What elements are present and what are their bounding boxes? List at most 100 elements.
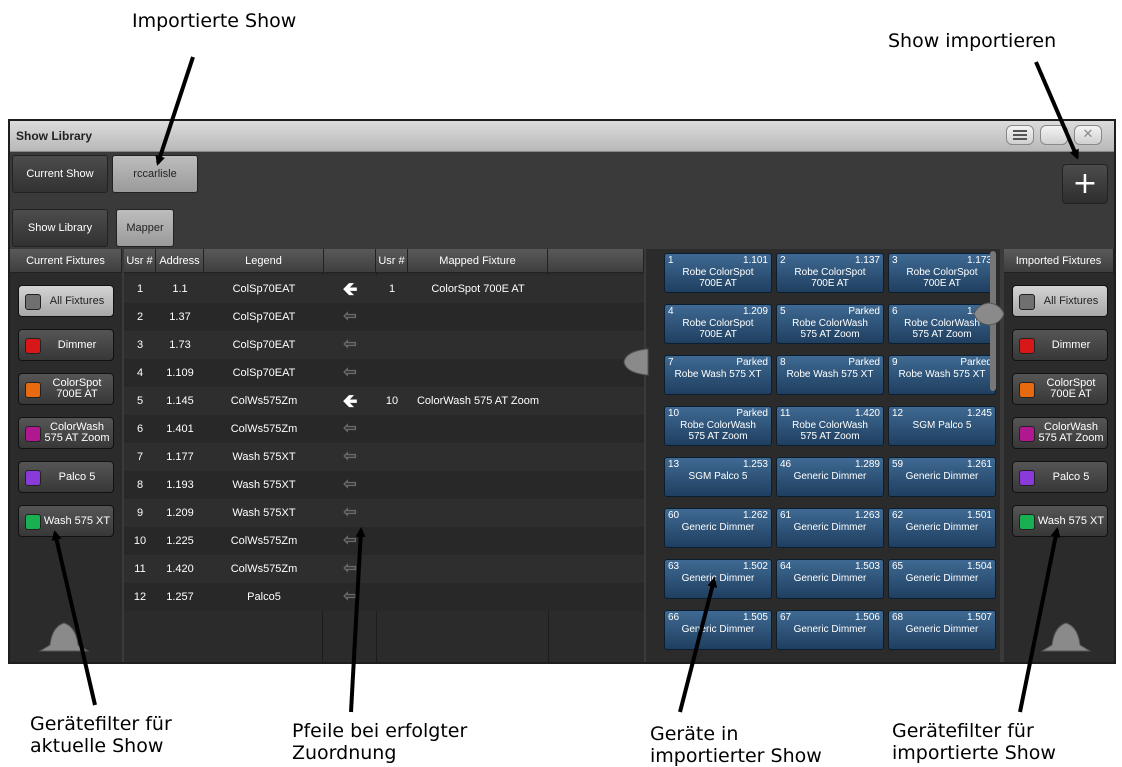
fixture-cell[interactable]: 63 1.502 Generic Dimmer: [664, 559, 772, 599]
table-row[interactable]: 1 1.1 ColSp70EAT 1 ColorSpot 700E AT 🡸: [124, 275, 644, 303]
fixture-cell[interactable]: 59 1.261 Generic Dimmer: [888, 457, 996, 497]
mapped-arrow-icon[interactable]: 🡸: [324, 387, 376, 415]
table-row[interactable]: 7 1.177 Wash 575XT ⇦: [124, 443, 644, 471]
filter-button[interactable]: ColorWash 575 AT Zoom: [18, 417, 114, 449]
mapped-fixture-cell: [408, 499, 548, 527]
table-row[interactable]: 12 1.257 Palco5 ⇦: [124, 583, 644, 611]
legend-cell: ColWs575Zm: [230, 395, 298, 407]
tab-mapper[interactable]: Mapper: [116, 209, 174, 247]
unmapped-arrow-icon[interactable]: ⇦: [324, 583, 376, 611]
usr-cell: 5: [136, 395, 144, 407]
filter-button[interactable]: Wash 575 XT: [18, 505, 114, 537]
table-row[interactable]: 4 1.109 ColSp70EAT ⇦: [124, 359, 644, 387]
table-row[interactable]: 9 1.209 Wash 575XT ⇦: [124, 499, 644, 527]
scroll-handle-icon[interactable]: [1040, 619, 1092, 653]
filter-button[interactable]: All Fixtures: [1012, 285, 1108, 317]
mapped-fixture-cell: [408, 471, 548, 499]
unmapped-arrow-icon[interactable]: ⇦: [324, 499, 376, 527]
filter-button[interactable]: Dimmer: [1012, 329, 1108, 361]
unmapped-arrow-icon[interactable]: ⇦: [324, 331, 376, 359]
list-icon-glyph: [1013, 130, 1027, 140]
fixture-name: Generic Dimmer: [905, 573, 979, 584]
table-row[interactable]: 10 1.225 ColWs575Zm ⇦: [124, 527, 644, 555]
fixture-number: 63: [668, 561, 680, 572]
fixture-address: 1.289: [854, 459, 880, 470]
fixture-address: 1.209: [742, 306, 768, 317]
filter-label: All Fixtures: [49, 294, 105, 307]
fixture-cell[interactable]: 7 Parked Robe Wash 575 XT: [664, 355, 772, 395]
fixture-cell[interactable]: 4 1.209 Robe ColorSpot 700E AT: [664, 304, 772, 344]
mapped-usr-cell: [376, 555, 408, 583]
filter-label: Palco 5: [58, 470, 96, 483]
table-row[interactable]: 5 1.145 ColWs575Zm 10 ColorWash 575 AT Zoom 🡸: [124, 387, 644, 415]
fixture-cell[interactable]: 3 1.173 Robe ColorSpot 700E AT: [888, 253, 996, 293]
fixture-cell[interactable]: 11 1.420 Robe ColorWash 575 AT Zoom: [776, 406, 884, 446]
table-row[interactable]: 3 1.73 ColSp70EAT ⇦: [124, 331, 644, 359]
import-show-button[interactable]: +: [1062, 164, 1108, 204]
fixture-cell[interactable]: 5 Parked Robe ColorWash 575 AT Zoom: [776, 304, 884, 344]
fixture-cell[interactable]: 12 1.245 SGM Palco 5: [888, 406, 996, 446]
unmapped-arrow-icon[interactable]: ⇦: [324, 359, 376, 387]
fixture-cell[interactable]: 60 1.262 Generic Dimmer: [664, 508, 772, 548]
fixture-cell[interactable]: 1 1.101 Robe ColorSpot 700E AT: [664, 253, 772, 293]
close-icon[interactable]: ✕: [1074, 125, 1102, 145]
fixture-cell[interactable]: 67 1.506 Generic Dimmer: [776, 610, 884, 650]
window-blank-button[interactable]: [1040, 125, 1068, 145]
color-swatch: [25, 426, 41, 442]
unmapped-arrow-icon[interactable]: ⇦: [324, 527, 376, 555]
fixture-cell[interactable]: 65 1.504 Generic Dimmer: [888, 559, 996, 599]
filter-button[interactable]: ColorSpot 700E AT: [1012, 373, 1108, 405]
filter-button[interactable]: ColorWash 575 AT Zoom: [1012, 417, 1108, 449]
unmapped-arrow-icon[interactable]: ⇦: [324, 303, 376, 331]
fixture-number: 10: [668, 408, 680, 419]
fixture-cell[interactable]: 66 1.505 Generic Dimmer: [664, 610, 772, 650]
table-row[interactable]: 6 1.401 ColWs575Zm ⇦: [124, 415, 644, 443]
fixture-address: 1.101: [742, 255, 768, 266]
filter-button[interactable]: ColorSpot 700E AT: [18, 373, 114, 405]
filter-button[interactable]: Dimmer: [18, 329, 114, 361]
scroll-handle-icon[interactable]: [38, 619, 90, 653]
fixture-cell[interactable]: 9 Parked Robe Wash 575 XT: [888, 355, 996, 395]
legend-cell: Wash 575XT: [232, 479, 296, 491]
unmapped-arrow-icon[interactable]: ⇦: [324, 443, 376, 471]
splitter-handle-icon[interactable]: [620, 347, 650, 377]
fixture-cell[interactable]: 46 1.289 Generic Dimmer: [776, 457, 884, 497]
usr-cell: 8: [136, 479, 144, 491]
unmapped-arrow-icon[interactable]: ⇦: [324, 415, 376, 443]
usr-cell: 3: [136, 339, 144, 351]
address-cell: 1.193: [166, 479, 194, 491]
splitter-handle-icon[interactable]: [972, 301, 1006, 327]
fixture-cell[interactable]: 13 1.253 SGM Palco 5: [664, 457, 772, 497]
table-row[interactable]: 8 1.193 Wash 575XT ⇦: [124, 471, 644, 499]
fixture-cell[interactable]: 68 1.507 Generic Dimmer: [888, 610, 996, 650]
annotation-line: aktuelle Show: [30, 735, 164, 757]
fixture-cell[interactable]: 62 1.501 Generic Dimmer: [888, 508, 996, 548]
fixture-cell[interactable]: 2 1.137 Robe ColorSpot 700E AT: [776, 253, 884, 293]
usr-cell: 9: [136, 507, 144, 519]
fixture-name: Generic Dimmer: [905, 471, 979, 482]
fixture-address: 1.507: [966, 612, 992, 623]
fixture-cell[interactable]: 10 Parked Robe ColorWash 575 AT Zoom: [664, 406, 772, 446]
unmapped-arrow-icon[interactable]: ⇦: [324, 555, 376, 583]
table-row[interactable]: 11 1.420 ColWs575Zm ⇦: [124, 555, 644, 583]
filter-button[interactable]: Palco 5: [18, 461, 114, 493]
color-swatch: [1019, 382, 1035, 398]
filter-button[interactable]: Wash 575 XT: [1012, 505, 1108, 537]
fixture-cell[interactable]: 8 Parked Robe Wash 575 XT: [776, 355, 884, 395]
annotation-line: Pfeile bei erfolgter: [292, 720, 468, 742]
tab-current-show[interactable]: Current Show: [12, 155, 108, 193]
filter-button[interactable]: All Fixtures: [18, 285, 114, 317]
color-swatch: [25, 470, 41, 486]
address-cell: 1.145: [166, 395, 194, 407]
filter-button[interactable]: Palco 5: [1012, 461, 1108, 493]
fixture-cell[interactable]: 61 1.263 Generic Dimmer: [776, 508, 884, 548]
fixture-cell[interactable]: 64 1.503 Generic Dimmer: [776, 559, 884, 599]
mapped-usr-cell: [376, 331, 408, 359]
tab-show-library[interactable]: Show Library: [12, 209, 108, 247]
mapped-arrow-icon[interactable]: 🡸: [324, 275, 376, 303]
list-icon[interactable]: [1006, 125, 1034, 145]
unmapped-arrow-icon[interactable]: ⇦: [324, 471, 376, 499]
col-arrow: [324, 249, 376, 273]
tab-imported-show[interactable]: rccarlisle: [112, 155, 198, 193]
table-row[interactable]: 2 1.37 ColSp70EAT ⇦: [124, 303, 644, 331]
